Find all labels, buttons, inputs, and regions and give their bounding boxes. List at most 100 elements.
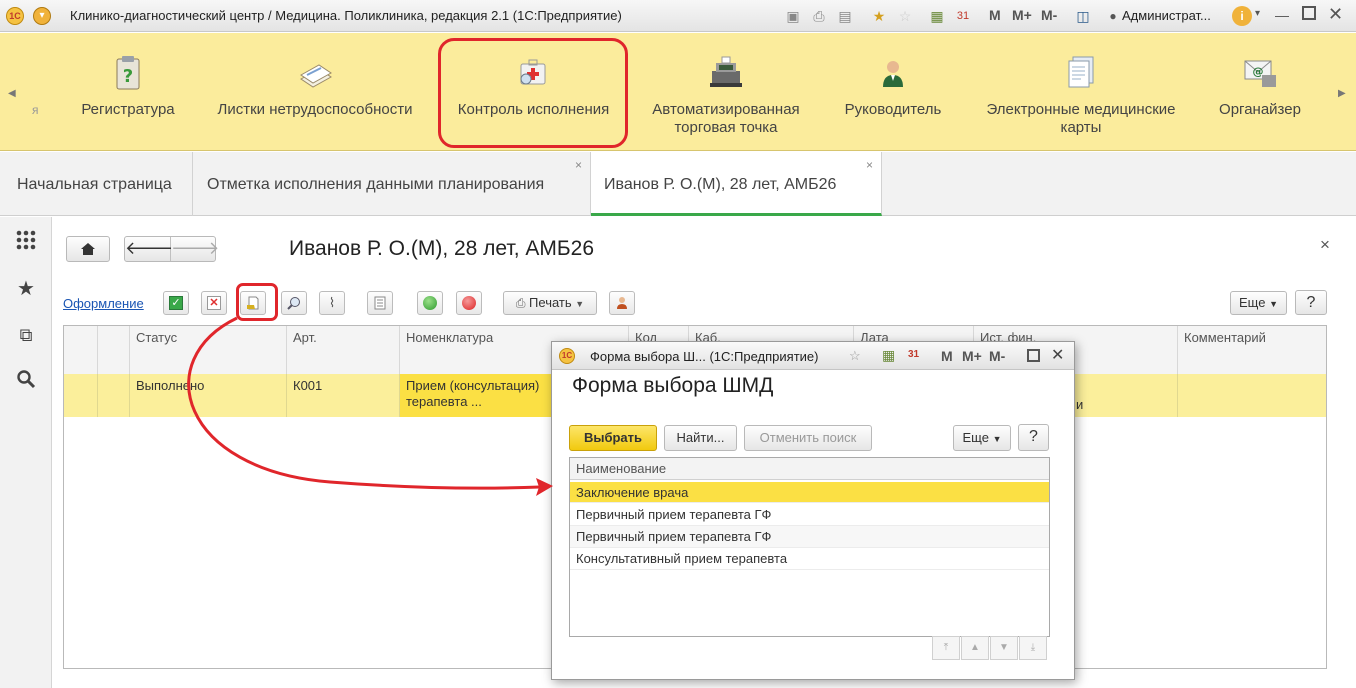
maximize-button[interactable] (1027, 349, 1040, 362)
print-button[interactable]: ⎙ Печать ▼ (503, 291, 597, 315)
back-button[interactable]: 🡐 (125, 237, 173, 261)
tab-home[interactable]: Начальная страница (0, 152, 193, 216)
list-item[interactable]: Первичный прием терапевта ГФ (570, 504, 1049, 526)
scroll-bottom-button[interactable]: ⤓ (1019, 636, 1047, 660)
favorites-add-icon[interactable]: ☆ (896, 7, 914, 25)
column-header[interactable] (64, 326, 98, 374)
section-label: Руководитель (844, 101, 942, 118)
info-dropdown-icon[interactable]: ▾ (1255, 8, 1260, 19)
table-cell (64, 374, 98, 417)
column-header-art[interactable]: Арт. (287, 326, 400, 374)
dialog-more-button[interactable]: Еще ▼ (953, 425, 1011, 451)
section-label: Электронные медицинские карты (986, 101, 1176, 136)
calendar-icon[interactable]: 31 (954, 7, 972, 25)
tab-label: Отметка исполнения данными планирования (207, 176, 545, 193)
tab-close-icon[interactable]: × (575, 158, 582, 172)
tab-close-icon[interactable]: × (866, 158, 873, 172)
svg-text:?: ? (123, 66, 133, 87)
search-icon[interactable] (14, 369, 38, 393)
list-item[interactable]: Первичный прием терапевта ГФ (570, 526, 1049, 548)
column-header-comment[interactable]: Комментарий (1178, 326, 1326, 374)
doctor-button[interactable] (609, 291, 635, 315)
apps-grid-icon[interactable] (14, 229, 38, 253)
section-label: Органайзер (1219, 101, 1301, 118)
calculator-icon[interactable]: ▦ (928, 7, 946, 25)
cross-icon: ✕ (207, 296, 221, 310)
section-registratura[interactable]: ? Регистратура (58, 33, 198, 151)
attach-button[interactable]: ⌇ (319, 291, 345, 315)
paperclip-icon: ⌇ (328, 295, 336, 310)
favorites-add-icon[interactable]: ☆ (849, 348, 861, 364)
home-button[interactable] (66, 236, 110, 262)
forward-button[interactable]: 🡒 (171, 237, 219, 261)
mark-done-button[interactable]: ✓ (163, 291, 189, 315)
section-pos[interactable]: Автоматизированная торговая точка (642, 33, 810, 151)
user-name[interactable]: Администрат... (1122, 8, 1211, 23)
app-logo: 1С (6, 7, 24, 25)
tab-execution-mark[interactable]: Отметка исполнения данными планирования … (193, 152, 591, 216)
column-header-name[interactable]: Наименование (570, 458, 1049, 480)
title-bar: 1С ▾ Клинико-диагностический центр / Мед… (0, 0, 1356, 32)
main-menu-button[interactable]: ▾ (33, 7, 51, 25)
memory-plus-button[interactable]: M+ (962, 348, 982, 364)
save-icon[interactable]: ▣ (784, 7, 802, 25)
minimize-button[interactable]: — (1275, 7, 1289, 23)
column-header[interactable] (98, 326, 130, 374)
magnifier-icon (287, 297, 300, 310)
history-icon[interactable]: ⧉ (14, 323, 38, 347)
form-title: Иванов Р. О.(М), 28 лет, АМБ26 (289, 237, 595, 260)
search-document-button[interactable] (281, 291, 307, 315)
section-organizer[interactable]: @ Органайзер (1204, 33, 1316, 151)
info-icon[interactable]: i (1232, 6, 1252, 26)
favorites-icon[interactable]: ★ (870, 7, 888, 25)
tab-patient[interactable]: Иванов Р. О.(М), 28 лет, АМБ26 × (591, 152, 882, 216)
calculator-icon[interactable]: ▦ (882, 347, 895, 364)
close-window-button[interactable]: ✕ (1328, 4, 1343, 25)
section-ehr[interactable]: Электронные медицинские карты (968, 33, 1194, 151)
dialog-help-button[interactable]: ? (1018, 424, 1049, 451)
memory-minus-button[interactable]: M- (989, 348, 1005, 364)
table-cell (98, 374, 130, 417)
memory-plus-button[interactable]: M+ (1012, 7, 1032, 23)
red-status-button[interactable] (456, 291, 482, 315)
app-window: 1С ▾ Клинико-диагностический центр / Мед… (0, 0, 1356, 688)
section-partial[interactable]: я (32, 103, 39, 117)
memory-m-button[interactable]: M (989, 7, 1001, 23)
form-close-button[interactable]: × (1320, 235, 1330, 255)
section-manager[interactable]: Руководитель (830, 33, 956, 151)
mark-cancel-button[interactable]: ✕ (201, 291, 227, 315)
cash-register-icon (710, 56, 742, 87)
report-button[interactable] (367, 291, 393, 315)
preview-icon[interactable]: ▤ (836, 7, 854, 25)
section-sick-leave[interactable]: Листки нетрудоспособности (205, 33, 425, 151)
cancel-search-button[interactable]: Отменить поиск (744, 425, 872, 451)
list-item[interactable]: Консультативный прием терапевта (570, 548, 1049, 570)
scroll-up-button[interactable]: ▲ (961, 636, 989, 660)
scroll-top-button[interactable]: ⤒ (932, 636, 960, 660)
chevron-down-icon: ▼ (575, 299, 585, 309)
panels-icon[interactable]: ◫ (1074, 7, 1092, 25)
list-item[interactable]: Заключение врача (570, 482, 1049, 503)
scroll-right-icon[interactable]: ▶ (1338, 88, 1346, 99)
tab-label: Начальная страница (17, 176, 172, 193)
memory-m-button[interactable]: M (941, 348, 953, 364)
close-dialog-button[interactable]: ✕ (1051, 345, 1064, 365)
find-button[interactable]: Найти... (664, 425, 737, 451)
tab-label: Иванов Р. О.(М), 28 лет, АМБ26 (604, 176, 837, 193)
column-header-status[interactable]: Статус (130, 326, 287, 374)
more-button[interactable]: Еще ▼ (1230, 291, 1287, 315)
scroll-left-icon[interactable]: ◀ (8, 88, 16, 99)
scroll-down-button[interactable]: ▼ (990, 636, 1018, 660)
green-status-button[interactable] (417, 291, 443, 315)
calendar-icon[interactable]: 31 (908, 349, 919, 360)
print-icon[interactable]: ⎙ (810, 7, 828, 25)
memory-minus-button[interactable]: M- (1041, 7, 1057, 23)
svg-text:@: @ (1253, 65, 1264, 78)
star-icon[interactable]: ★ (14, 277, 38, 301)
maximize-button[interactable] (1302, 6, 1316, 20)
checkmark-icon: ✓ (169, 296, 183, 310)
oformlenie-link[interactable]: Оформление (63, 296, 144, 311)
left-sidebar: ★ ⧉ (0, 217, 52, 688)
help-button[interactable]: ? (1295, 290, 1327, 315)
select-button[interactable]: Выбрать (569, 425, 657, 451)
